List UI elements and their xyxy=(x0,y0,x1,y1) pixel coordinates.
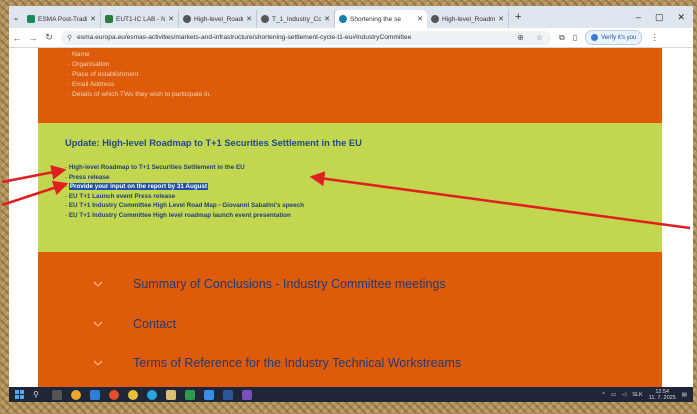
volume-icon[interactable]: ◁ xyxy=(622,392,626,398)
network-icon[interactable]: ▭ xyxy=(611,392,616,398)
roadmap-report-link[interactable]: High-level Roadmap to T+1 Securities Set… xyxy=(69,164,245,171)
reload-icon[interactable]: ↻ xyxy=(41,32,57,43)
accordion-summary-of-conclusions[interactable]: Summary of Conclusions - Industry Commit… xyxy=(93,277,446,291)
tab-high-level-roadmap-1[interactable]: High-level_Roadm ✕ xyxy=(179,10,257,28)
tab-bar: ⌄ ESMA Post-Tradin ✕ EUT1-IC LAB - Nu ✕ … xyxy=(9,6,693,28)
close-tab-icon[interactable]: ✕ xyxy=(498,15,504,23)
sidebar-icon[interactable]: ▯ xyxy=(573,33,577,42)
tab-t1-industry-committee[interactable]: T_1_Industry_Com ✕ xyxy=(257,10,335,28)
back-arrow-icon[interactable]: ← xyxy=(9,33,25,43)
browser-menu-icon[interactable]: ⋮ xyxy=(650,32,659,43)
accordion-terms-of-reference[interactable]: Terms of Reference for the Industry Tech… xyxy=(93,356,461,370)
press-release-link[interactable]: Press release xyxy=(69,174,110,181)
windows-start-icon[interactable] xyxy=(15,390,24,399)
photographed-screen: ⌄ ESMA Post-Tradin ✕ EUT1-IC LAB - Nu ✕ … xyxy=(9,6,693,402)
file-explorer-icon[interactable] xyxy=(166,389,176,400)
section-heading: Update: High-level Roadmap to T+1 Securi… xyxy=(65,138,362,148)
list-item: Place of establishment xyxy=(68,70,662,80)
close-tab-icon[interactable]: ✕ xyxy=(417,15,423,23)
tab-eut1-ic-lab[interactable]: EUT1-IC LAB - Nu ✕ xyxy=(101,10,179,28)
search-icon[interactable]: ⚲ xyxy=(33,390,43,400)
tray-chevron-icon[interactable]: ^ xyxy=(602,392,605,398)
close-tab-icon[interactable]: ✕ xyxy=(324,15,330,23)
input-language[interactable]: SLK xyxy=(632,392,642,398)
bookmark-star-icon[interactable]: ☆ xyxy=(536,33,543,42)
launch-event-press-release-link[interactable]: EU T+1 Launch event Press release xyxy=(69,193,175,200)
launch-presentation-link[interactable]: EU T+1 Industry Committee High level roa… xyxy=(69,212,291,219)
close-tab-icon[interactable]: ✕ xyxy=(168,15,174,23)
tab-esma-post-trading[interactable]: ESMA Post-Tradin ✕ xyxy=(23,10,101,28)
notification-icon[interactable]: ▤ xyxy=(682,392,687,398)
chevron-down-icon xyxy=(93,321,103,327)
accordion-section: Summary of Conclusions - Industry Commit… xyxy=(38,252,662,387)
roadmap-links-list: High-level Roadmap to T+1 Securities Set… xyxy=(65,163,304,220)
participation-list: Name Organisation Place of establishment… xyxy=(38,48,662,100)
window-controls: – ▢ ✕ xyxy=(636,12,693,23)
participation-details-section: Name Organisation Place of establishment… xyxy=(38,48,662,123)
profile-avatar-icon xyxy=(591,34,599,41)
esma-favicon-icon xyxy=(339,15,347,23)
globe-favicon-icon xyxy=(431,15,439,23)
provide-input-link[interactable]: Provide your input on the report by 31 A… xyxy=(68,183,209,190)
chevron-down-icon xyxy=(93,360,103,366)
close-tab-icon[interactable]: ✕ xyxy=(90,15,96,23)
list-item: Email Address xyxy=(68,80,662,90)
sabatini-speech-link[interactable]: EU T+1 Industry Committee High Level Roa… xyxy=(69,202,304,209)
app-icon[interactable] xyxy=(109,389,119,400)
list-item: Organisation xyxy=(68,60,662,70)
app-icon[interactable] xyxy=(204,389,214,400)
new-tab-button[interactable]: + xyxy=(509,11,527,23)
extensions-icon[interactable]: ⧉ xyxy=(559,33,565,43)
close-window-button[interactable]: ✕ xyxy=(677,12,685,23)
url-field[interactable]: ⚲ esma.europa.eu/esmas-activities/market… xyxy=(61,30,551,45)
accordion-contact[interactable]: Contact xyxy=(93,317,176,331)
verify-profile-button[interactable]: Verify it's you xyxy=(585,30,643,45)
site-info-icon[interactable]: ⚲ xyxy=(67,34,72,42)
tab-high-level-roadmap-2[interactable]: High-level_Roadm ✕ xyxy=(427,10,509,28)
close-tab-icon[interactable]: ✕ xyxy=(246,15,252,23)
web-page: Name Organisation Place of establishment… xyxy=(9,48,693,387)
excel-icon[interactable] xyxy=(185,389,195,400)
task-view-icon[interactable] xyxy=(52,389,62,400)
chevron-down-icon xyxy=(93,281,103,287)
esma-favicon-icon xyxy=(27,15,35,23)
url-text: esma.europa.eu/esmas-activities/markets-… xyxy=(77,34,412,41)
tab-search-chevron-icon[interactable]: ⌄ xyxy=(9,13,23,22)
mail-icon[interactable] xyxy=(90,389,100,400)
clock[interactable]: 12:54 11. 7. 2025 xyxy=(649,389,676,401)
teams-icon[interactable] xyxy=(242,389,252,400)
tab-shortening-settlement[interactable]: Shortening the se ✕ xyxy=(335,10,427,28)
word-icon[interactable] xyxy=(223,389,233,400)
maximize-button[interactable]: ▢ xyxy=(655,12,664,23)
chrome-icon[interactable] xyxy=(128,389,138,400)
address-bar: ← → ↻ ⚲ esma.europa.eu/esmas-activities/… xyxy=(9,28,693,48)
globe-favicon-icon xyxy=(183,15,191,23)
globe-favicon-icon xyxy=(261,15,269,23)
edge-icon[interactable] xyxy=(147,389,157,400)
forward-arrow-icon[interactable]: → xyxy=(25,33,41,43)
minimize-button[interactable]: – xyxy=(636,12,641,23)
app-icon[interactable] xyxy=(71,389,81,400)
system-tray: ^ ▭ ◁ SLK 12:54 11. 7. 2025 ▤ xyxy=(602,389,693,401)
list-item: Details of which TWs they wish to partic… xyxy=(68,90,662,100)
windows-taskbar: ⚲ ^ ▭ ◁ SLK 12:54 11. 7. 2025 ▤ xyxy=(9,387,693,402)
list-item: Name xyxy=(68,50,662,60)
roadmap-update-section: Update: High-level Roadmap to T+1 Securi… xyxy=(38,123,662,252)
zoom-icon[interactable]: ⊕ xyxy=(517,33,524,42)
sheet-favicon-icon xyxy=(105,15,113,23)
